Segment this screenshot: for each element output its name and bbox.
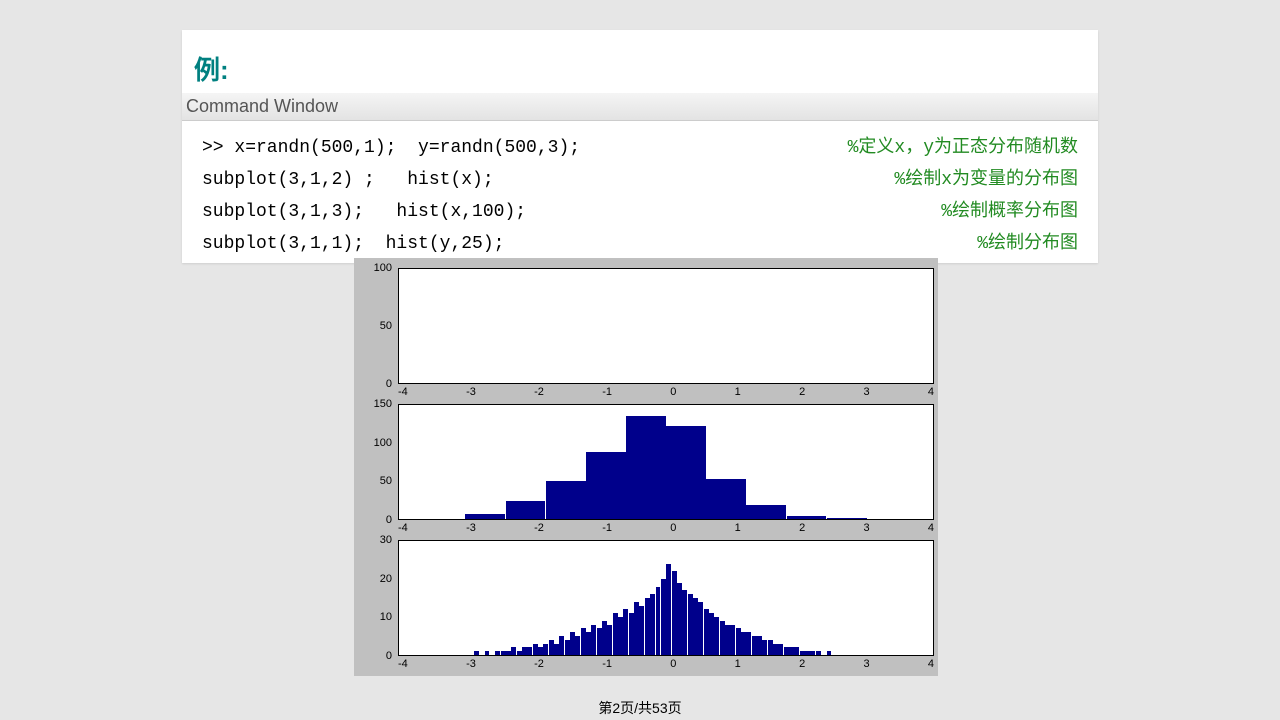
command-window-title: Command Window <box>182 93 1098 121</box>
code-line: subplot(3,1,3); hist(x,100);%绘制概率分布图 <box>202 193 1078 225</box>
example-heading: 例: <box>182 30 1098 87</box>
subplot-3: 0102030 -4-3-2-101234 <box>358 540 934 670</box>
code-line: >> x=randn(500,1); y=randn(500,3);%定义x，y… <box>202 129 1078 161</box>
figure-panel: 050100 -4-3-2-101234 050100150 -4-3-2-10… <box>354 258 938 676</box>
subplot-2: 050100150 -4-3-2-101234 <box>358 404 934 534</box>
code-line: subplot(3,1,2) ; hist(x);%绘制x为变量的分布图 <box>202 161 1078 193</box>
code-line: subplot(3,1,1); hist(y,25);%绘制分布图 <box>202 225 1078 257</box>
page-indicator: 第2页/共53页 <box>598 698 681 718</box>
slide-card: 例: Command Window >> x=randn(500,1); y=r… <box>182 30 1098 263</box>
code-block: >> x=randn(500,1); y=randn(500,3);%定义x，y… <box>182 121 1098 263</box>
subplot-1: 050100 -4-3-2-101234 <box>358 268 934 398</box>
